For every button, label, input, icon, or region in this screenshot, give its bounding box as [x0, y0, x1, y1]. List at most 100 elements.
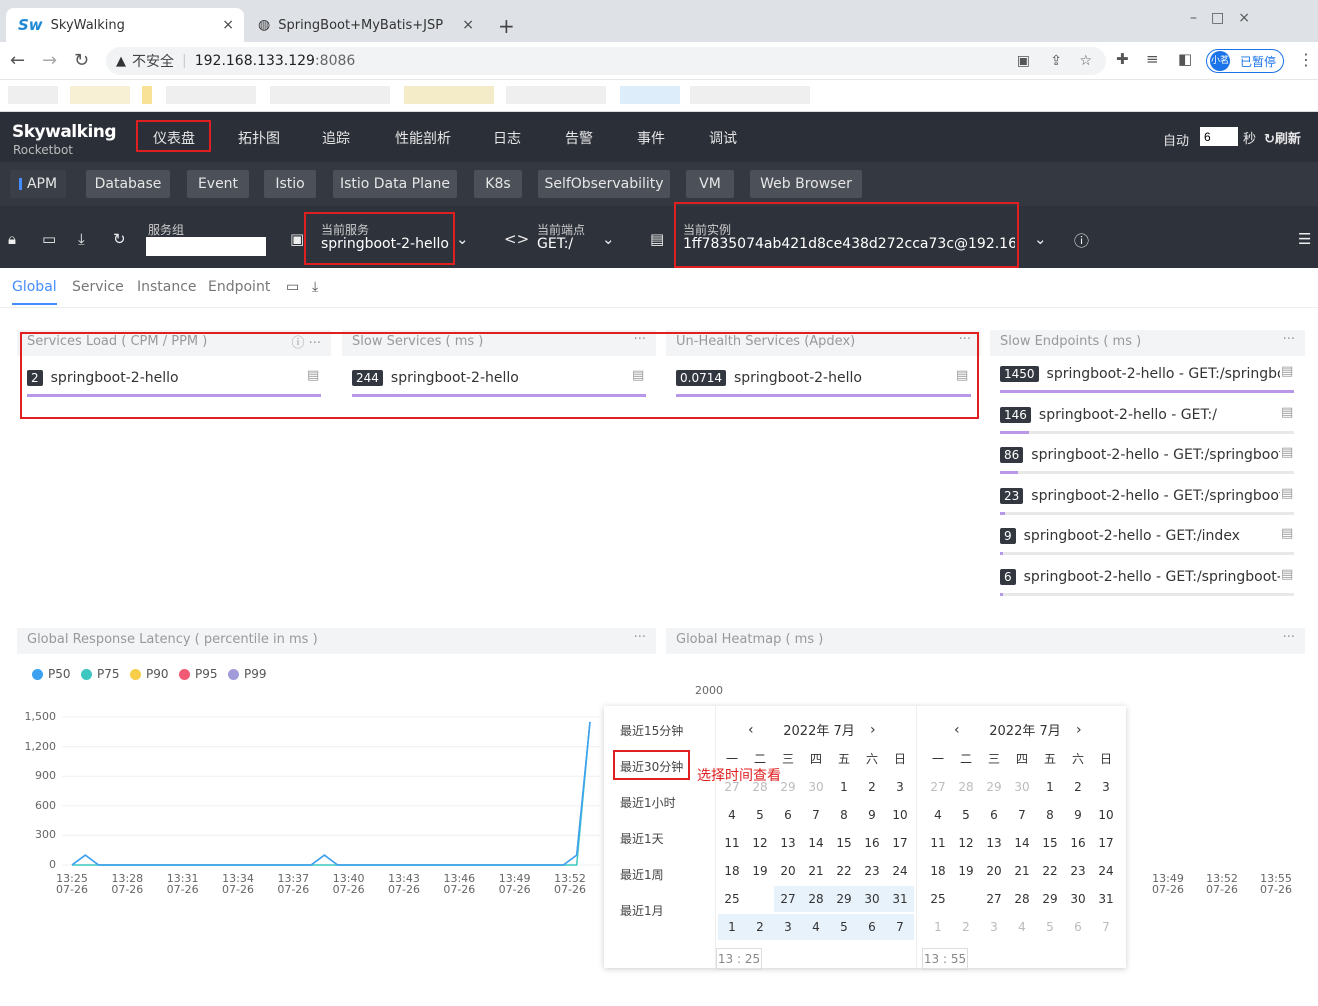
calendar-day[interactable]: 7 [886, 914, 914, 940]
calendar-day[interactable]: 8 [1036, 802, 1064, 828]
calendar-day[interactable]: 15 [1036, 830, 1064, 856]
nav-log[interactable]: 日志 [493, 128, 521, 148]
list-item[interactable]: 146 springboot-2-hello - GET:/ [1000, 406, 1280, 423]
layer-tab-istio[interactable]: Istio [264, 170, 316, 198]
calendar-day[interactable]: 5 [746, 802, 774, 828]
calendar-day[interactable]: 23 [858, 858, 886, 884]
layer-tab-apm[interactable]: APM [10, 170, 66, 198]
clipboard-icon[interactable]: ▤ [1281, 445, 1293, 460]
calendar-day[interactable]: 14 [1008, 830, 1036, 856]
quick-range-option[interactable]: 最近1月 [620, 902, 664, 919]
calendar-day[interactable]: 9 [1064, 802, 1092, 828]
list-item[interactable]: 6 springboot-2-hello - GET:/springboot-..… [1000, 568, 1280, 585]
calendar-day[interactable]: 5 [952, 802, 980, 828]
bookmark-item[interactable] [8, 86, 58, 104]
more-icon[interactable]: ··· [1283, 332, 1295, 347]
calendar-day[interactable]: 10 [1092, 802, 1120, 828]
nav-alarm[interactable]: 告警 [565, 128, 593, 148]
refresh-button[interactable]: ↻刷新 [1264, 128, 1301, 147]
legend-item[interactable]: P50 [32, 667, 71, 681]
calendar-day[interactable]: 16 [858, 830, 886, 856]
calendar-day[interactable]: 20 [980, 858, 1008, 884]
tab-service[interactable]: Service [72, 279, 124, 295]
calendar-day[interactable]: 21 [802, 858, 830, 884]
bookmark-item[interactable] [166, 86, 256, 104]
next-month-icon[interactable]: › [870, 722, 876, 738]
calendar-day[interactable]: 7 [1008, 802, 1036, 828]
bookmark-item[interactable] [70, 86, 130, 104]
calendar-day[interactable]: 8 [830, 802, 858, 828]
calendar-day[interactable]: 16 [1064, 830, 1092, 856]
calendar-day[interactable]: 6 [858, 914, 886, 940]
calendar-day[interactable]: 30 [858, 886, 886, 912]
calendar-day[interactable]: 4 [924, 802, 952, 828]
calendar-day[interactable]: 3 [1092, 774, 1120, 800]
close-tab-icon[interactable]: × [222, 17, 234, 33]
bookmark-item[interactable] [506, 86, 606, 104]
download-icon[interactable]: ⤓ [312, 279, 318, 295]
start-time-input[interactable]: 13 : 25 [716, 948, 762, 970]
nav-debug[interactable]: 调试 [709, 128, 737, 148]
nav-event[interactable]: 事件 [637, 128, 665, 148]
quick-range-option[interactable]: 最近15分钟 [620, 722, 683, 739]
calendar-day[interactable]: 22 [830, 858, 858, 884]
quick-range-option[interactable]: 最近1小时 [620, 794, 676, 811]
url-input[interactable]: ▲ 不安全 | 192.168.133.129 :8086 ▣ ⇪ ☆ [106, 47, 1106, 75]
calendar-day[interactable]: 1 [718, 914, 746, 940]
calendar-day[interactable]: 3 [886, 774, 914, 800]
end-time-input[interactable]: 13 : 55 [922, 948, 968, 970]
calendar-day[interactable]: 14 [802, 830, 830, 856]
calendar-day[interactable]: 27 [924, 774, 952, 800]
more-icon[interactable]: ··· [1283, 630, 1295, 645]
legend-item[interactable]: P90 [130, 667, 169, 681]
layer-tab-web-browser[interactable]: Web Browser [750, 170, 862, 198]
calendar-day[interactable]: 19 [952, 858, 980, 884]
chevron-down-icon[interactable]: ⌄ [456, 230, 469, 248]
more-menu-icon[interactable]: ⋮ [1298, 50, 1314, 69]
calendar-day[interactable]: 5 [830, 914, 858, 940]
calendar-day[interactable]: 28 [952, 774, 980, 800]
calendar-day[interactable]: 4 [1008, 914, 1036, 940]
endpoint-select[interactable]: GET:/ [537, 236, 573, 252]
list-item[interactable]: 23 springboot-2-hello - GET:/springboot..… [1000, 487, 1280, 504]
share-icon[interactable]: ⇪ [1050, 53, 1062, 69]
legend-item[interactable]: P75 [81, 667, 120, 681]
calendar-day[interactable]: 20 [774, 858, 802, 884]
forward-arrow-icon[interactable]: → [42, 50, 57, 71]
layer-tab-k8s[interactable]: K8s [474, 170, 522, 198]
layer-tab-istio-data-plane[interactable]: Istio Data Plane [333, 170, 457, 198]
calendar-day[interactable]: 6 [980, 802, 1008, 828]
clipboard-icon[interactable]: ▤ [1281, 405, 1293, 420]
layer-tab-database[interactable]: Database [86, 170, 170, 198]
nav-trace[interactable]: 追踪 [322, 128, 350, 148]
calendar-day[interactable]: 13 [980, 830, 1008, 856]
group-input[interactable] [146, 237, 266, 256]
close-tab-icon[interactable]: × [462, 17, 474, 33]
tab-instance[interactable]: Instance [137, 279, 197, 295]
legend-item[interactable]: P95 [179, 667, 218, 681]
calendar-day[interactable]: 10 [886, 802, 914, 828]
reload-icon[interactable]: ↻ [74, 50, 89, 71]
security-label[interactable]: 不安全 [132, 51, 174, 71]
calendar-day[interactable]: 18 [718, 858, 746, 884]
translate-icon[interactable]: ▣ [1017, 53, 1030, 69]
calendar-day[interactable]: 30 [1064, 886, 1092, 912]
calendar-day[interactable]: 31 [1092, 886, 1120, 912]
calendar-day[interactable]: 27 [980, 886, 1008, 912]
sidebar-icon[interactable]: ◧ [1178, 50, 1192, 68]
back-arrow-icon[interactable]: ← [10, 50, 25, 71]
extensions-icon[interactable]: ✚ [1116, 50, 1129, 68]
list-item[interactable]: 9 springboot-2-hello - GET:/index [1000, 528, 1280, 544]
calendar-day[interactable]: 2 [952, 914, 980, 940]
calendar-day[interactable]: 31 [886, 886, 914, 912]
bookmark-item[interactable] [270, 86, 390, 104]
folder-icon[interactable]: ▭ [42, 230, 56, 248]
calendar-day[interactable]: 25 [718, 886, 746, 912]
browser-tab-skywalking[interactable]: Sw SkyWalking × [6, 8, 244, 42]
calendar-day[interactable]: 30 [802, 774, 830, 800]
calendar-day[interactable]: 5 [1036, 914, 1064, 940]
calendar-day[interactable]: 2 [858, 774, 886, 800]
calendar-day[interactable]: 4 [802, 914, 830, 940]
calendar-day[interactable]: 29 [830, 886, 858, 912]
calendar-day[interactable]: 17 [1092, 830, 1120, 856]
